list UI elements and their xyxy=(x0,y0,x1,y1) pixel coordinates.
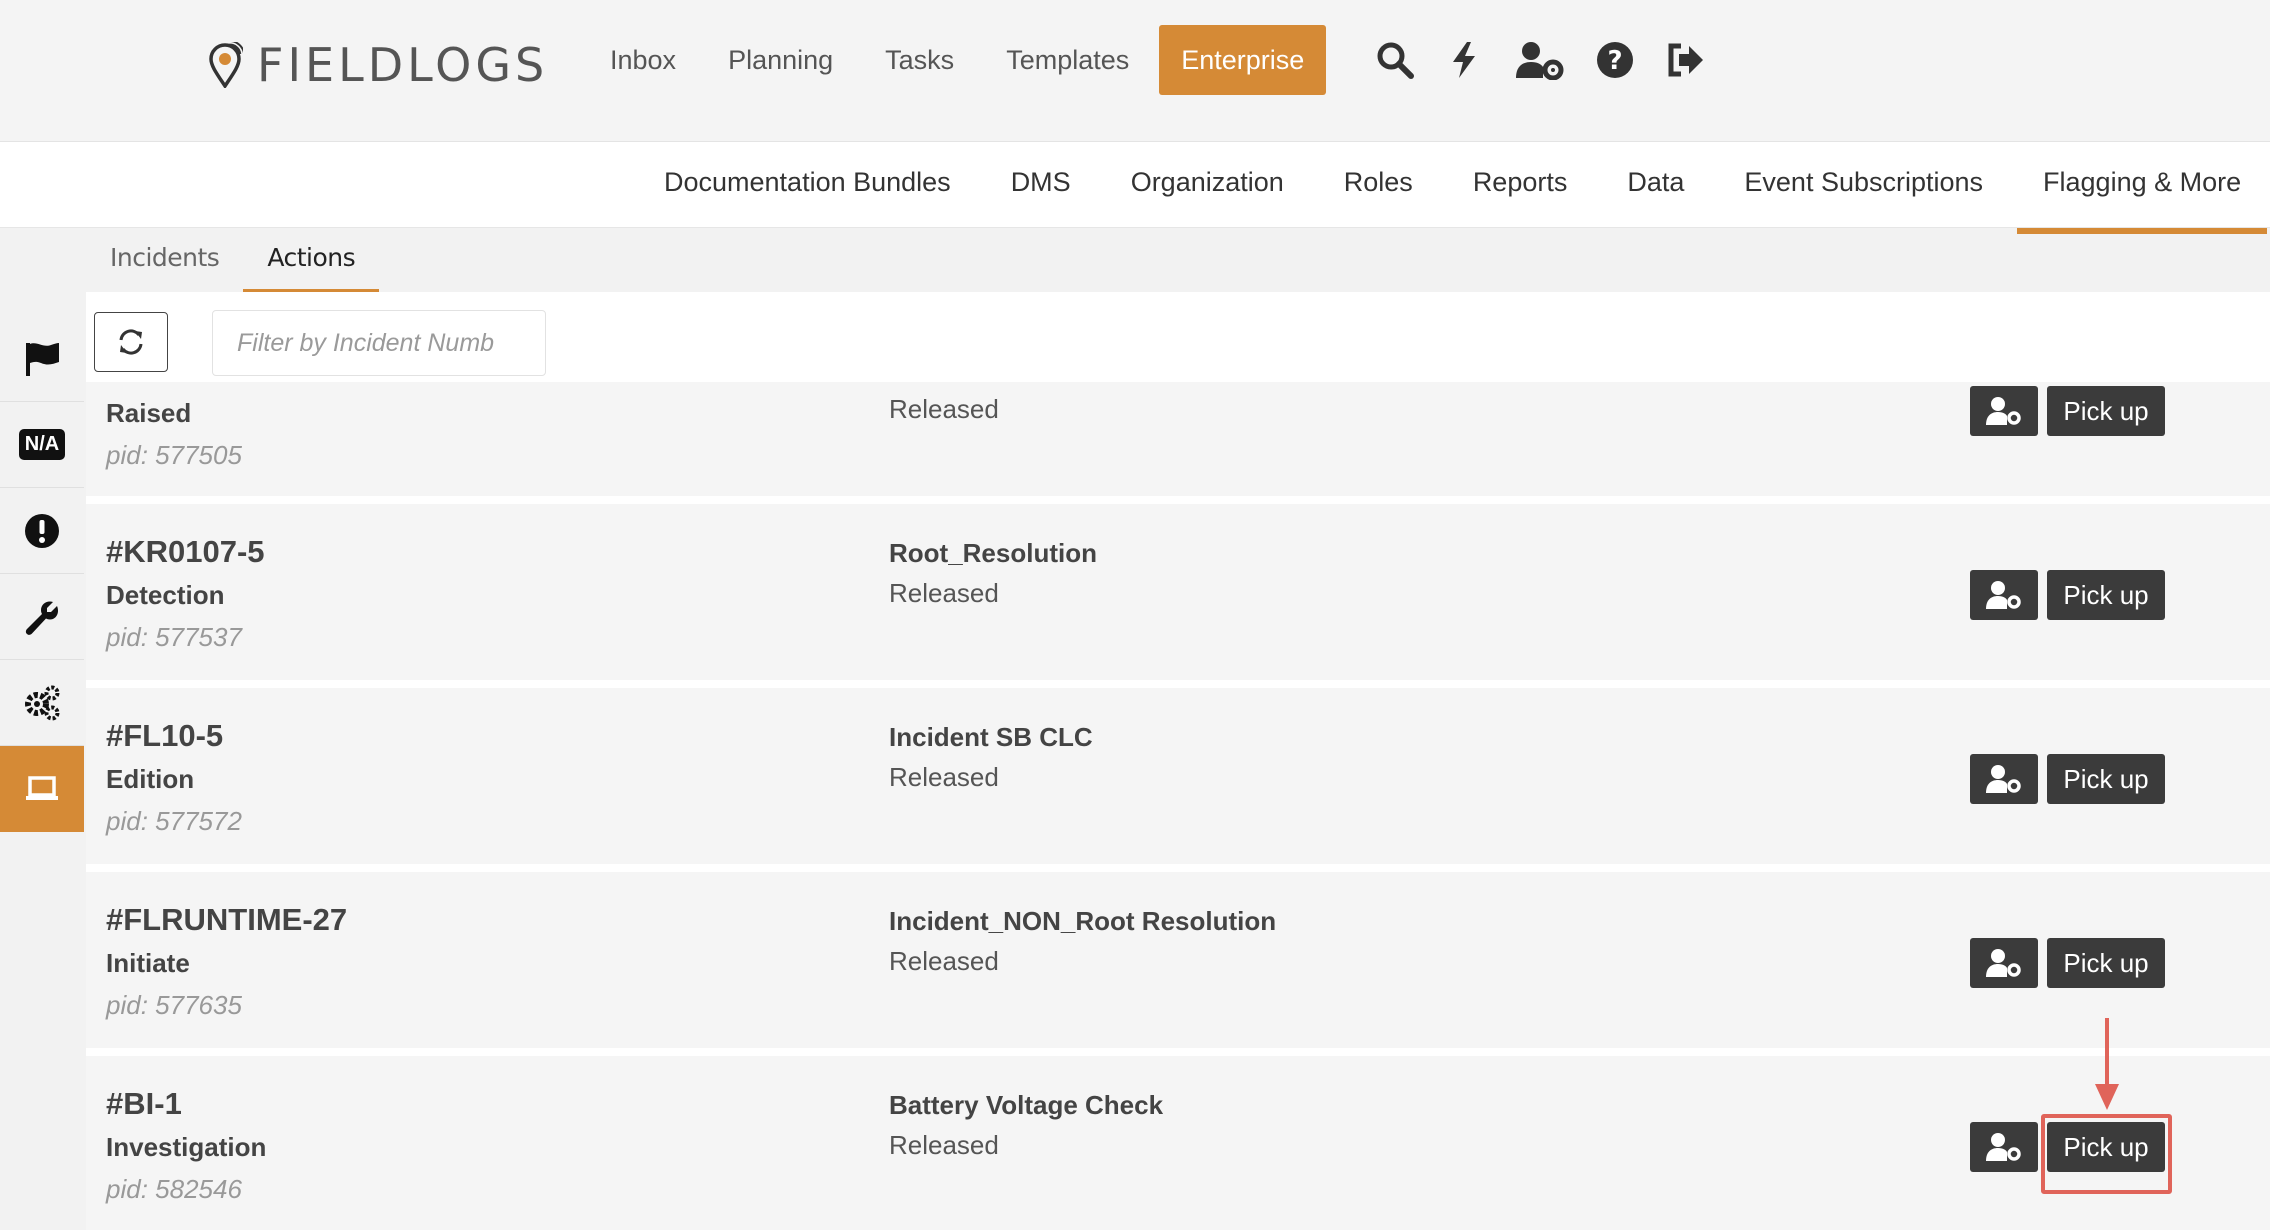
filter-incident-input[interactable] xyxy=(212,310,546,376)
subnav-documentation-bundles[interactable]: Documentation Bundles xyxy=(664,142,951,228)
row-pid: pid: 582546 xyxy=(106,1174,242,1204)
row-pid: pid: 577572 xyxy=(106,806,242,836)
row-stage: Investigation xyxy=(106,1132,267,1162)
nav-planning[interactable]: Planning xyxy=(728,25,833,95)
sidebar-item-laptop[interactable] xyxy=(0,746,84,832)
assign-user-button[interactable] xyxy=(1970,1122,2038,1172)
table-row[interactable]: #BI-1 Investigation pid: 582546 Battery … xyxy=(86,1056,2270,1230)
main-nav: Inbox Planning Tasks Templates Enterpris… xyxy=(610,25,1327,95)
pick-up-button[interactable]: Pick up xyxy=(2047,570,2165,620)
assign-user-button[interactable] xyxy=(1970,570,2038,620)
nav-enterprise[interactable]: Enterprise xyxy=(1159,25,1327,95)
location-pin-icon xyxy=(209,42,243,88)
svg-text:?: ? xyxy=(1607,46,1622,76)
logout-icon[interactable] xyxy=(1662,37,1708,83)
row-stage: Edition xyxy=(106,764,195,794)
flag-icon xyxy=(26,342,59,376)
row-pid: pid: 577635 xyxy=(106,990,242,1020)
user-settings-icon[interactable] xyxy=(1512,37,1568,83)
wrench-icon xyxy=(25,600,59,635)
assign-user-button[interactable] xyxy=(1970,754,2038,804)
actions-toolbar xyxy=(86,292,2270,382)
exclamation-icon xyxy=(25,513,59,548)
highlight-box xyxy=(2041,1114,2172,1194)
row-incident-number: #KR0107-5 xyxy=(106,534,265,569)
row-status: Released xyxy=(889,1130,999,1160)
assign-user-button[interactable] xyxy=(1970,386,2038,436)
gears-icon xyxy=(25,685,60,720)
table-row[interactable]: Raised pid: 577505 Released Pick up xyxy=(86,382,2270,504)
logo-text: FIELDLOGS xyxy=(257,38,549,92)
assign-user-button[interactable] xyxy=(1970,938,2038,988)
sidebar-item-wrench[interactable] xyxy=(0,574,84,660)
table-row[interactable]: #FLRUNTIME-27 Initiate pid: 577635 Incid… xyxy=(86,872,2270,1056)
table-row[interactable]: #FL10-5 Edition pid: 577572 Incident SB … xyxy=(86,688,2270,872)
sub-tabs: Incidents Actions xyxy=(86,232,380,292)
row-stage: Raised xyxy=(106,398,192,428)
row-incident-number: #FL10-5 xyxy=(106,718,224,753)
row-status: Released xyxy=(889,762,999,792)
help-icon[interactable]: ? xyxy=(1592,37,1638,83)
pick-up-button[interactable]: Pick up xyxy=(2047,754,2165,804)
refresh-icon xyxy=(119,329,143,355)
row-incident-number: #BI-1 xyxy=(106,1086,182,1121)
row-stage: Detection xyxy=(106,580,225,610)
user-settings-icon xyxy=(1986,581,2021,609)
row-status: Released xyxy=(889,394,999,424)
nav-inbox[interactable]: Inbox xyxy=(610,25,676,95)
tab-actions[interactable]: Actions xyxy=(243,232,380,292)
top-header: FIELDLOGS Inbox Planning Tasks Templates… xyxy=(0,0,2270,142)
pick-up-button[interactable]: Pick up xyxy=(2047,938,2165,988)
actions-list: Raised pid: 577505 Released Pick up #KR0… xyxy=(86,382,2270,1230)
sidebar-item-exclamation[interactable] xyxy=(0,488,84,574)
row-incident-number: #FLRUNTIME-27 xyxy=(106,902,348,937)
search-icon[interactable] xyxy=(1372,37,1418,83)
row-status: Released xyxy=(889,946,999,976)
subnav-roles[interactable]: Roles xyxy=(1344,142,1413,228)
subnav-organization[interactable]: Organization xyxy=(1131,142,1284,228)
subnav-data[interactable]: Data xyxy=(1627,142,1684,228)
user-settings-icon xyxy=(1986,949,2021,977)
header-icons: ? xyxy=(1372,30,1732,90)
laptop-icon xyxy=(26,776,58,800)
bolt-icon[interactable] xyxy=(1442,37,1488,83)
subnav-event-subscriptions[interactable]: Event Subscriptions xyxy=(1744,142,1983,228)
table-row[interactable]: #KR0107-5 Detection pid: 577537 Root_Res… xyxy=(86,504,2270,688)
logo[interactable]: FIELDLOGS xyxy=(207,38,548,92)
subnav-reports[interactable]: Reports xyxy=(1473,142,1568,228)
nav-templates[interactable]: Templates xyxy=(1006,25,1129,95)
user-settings-icon xyxy=(1986,397,2021,425)
left-sidebar: N/A xyxy=(0,316,84,832)
user-settings-icon xyxy=(1986,1133,2021,1161)
row-status: Released xyxy=(889,578,999,608)
row-title: Root_Resolution xyxy=(889,538,1097,568)
row-stage: Initiate xyxy=(106,948,190,978)
subnav-dms[interactable]: DMS xyxy=(1011,142,1071,228)
subnav-flagging-more[interactable]: Flagging & More xyxy=(2017,142,2268,234)
sidebar-item-gears[interactable] xyxy=(0,660,84,746)
row-pid: pid: 577505 xyxy=(106,440,242,470)
refresh-button[interactable] xyxy=(94,312,168,372)
user-settings-icon xyxy=(1986,765,2021,793)
arrow-down-icon xyxy=(2095,1018,2119,1110)
nav-tasks[interactable]: Tasks xyxy=(885,25,954,95)
row-pid: pid: 577537 xyxy=(106,622,242,652)
row-title: Incident_NON_Root Resolution xyxy=(889,906,1277,936)
pick-up-button[interactable]: Pick up xyxy=(2047,386,2165,436)
secondary-nav: Documentation Bundles DMS Organization R… xyxy=(0,142,2270,234)
sidebar-item-flag[interactable] xyxy=(0,316,84,402)
sidebar-item-na[interactable]: N/A xyxy=(0,402,84,488)
row-title: Battery Voltage Check xyxy=(889,1090,1164,1120)
na-icon: N/A xyxy=(18,429,66,460)
tab-incidents[interactable]: Incidents xyxy=(86,232,243,292)
row-title: Incident SB CLC xyxy=(889,722,1093,752)
